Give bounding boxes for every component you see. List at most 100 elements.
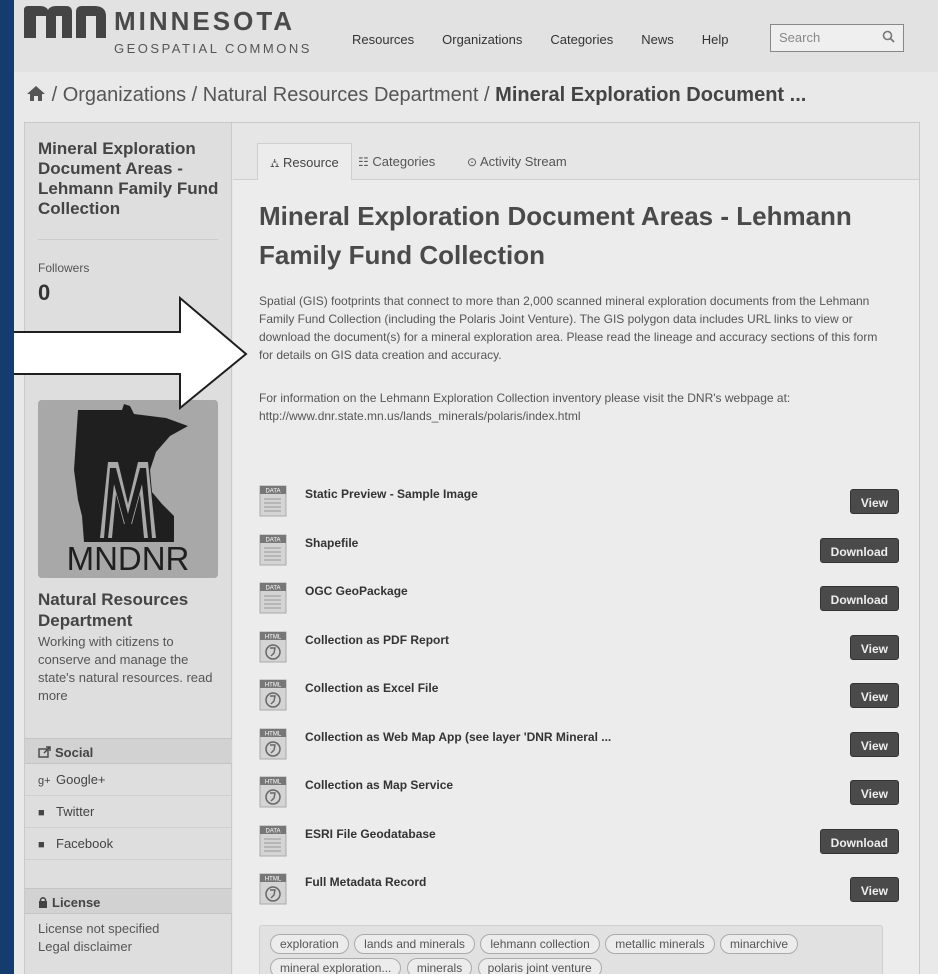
home-icon[interactable] (26, 85, 46, 102)
resource-title[interactable]: Full Metadata Record (305, 875, 426, 889)
svg-text:DATA: DATA (265, 828, 280, 834)
html-globe-icon: HTML (259, 679, 287, 711)
resource-title[interactable]: Static Preview - Sample Image (305, 487, 478, 501)
social-twitter[interactable]: ■ Twitter (25, 796, 232, 828)
svg-text:HTML: HTML (265, 731, 282, 737)
view-button[interactable]: View (849, 780, 899, 805)
license-text: License not specified (38, 921, 160, 936)
followers-label: Followers (38, 261, 90, 275)
svg-text:HTML: HTML (265, 877, 282, 883)
tab-label: Resource (283, 155, 339, 170)
tag[interactable]: mineral exploration... (270, 958, 402, 974)
clock-icon: ⊙ (467, 155, 478, 169)
dataset-description: Spatial (GIS) footprints that connect to… (259, 294, 878, 362)
download-button[interactable]: Download (819, 586, 899, 611)
nav-news[interactable]: News (641, 32, 674, 47)
social-facebook[interactable]: ■ Facebook (25, 828, 232, 860)
resource-title[interactable]: ESRI File Geodatabase (305, 827, 436, 841)
tag[interactable]: minerals (406, 958, 473, 974)
data-file-icon: DATA (259, 485, 287, 517)
sidebar-dataset-title: Mineral Exploration Document Areas - Leh… (38, 139, 219, 218)
resource-item[interactable]: DATA ESRI File Geodatabase Download (259, 823, 899, 872)
breadcrumb-separator: / (51, 84, 58, 106)
tag[interactable]: metallic minerals (605, 934, 715, 954)
lock-icon (39, 897, 47, 908)
tag[interactable]: minarchive (720, 934, 799, 954)
page: MINNESOTA GEOSPATIAL COMMONS Resources O… (14, 0, 938, 974)
pointer-arrow-icon (14, 296, 248, 410)
google-plus-icon: g+ (38, 775, 51, 787)
data-file-icon: DATA (259, 534, 287, 565)
logo-subtitle[interactable]: GEOSPATIAL COMMONS (114, 41, 312, 56)
nav-help[interactable]: Help (702, 32, 729, 47)
resource-item[interactable]: HTML Collection as Web Map App (see laye… (259, 726, 899, 775)
nav-categories[interactable]: Categories (550, 32, 613, 47)
tab-categories[interactable]: ☷ Categories (346, 143, 447, 180)
download-button[interactable]: Download (819, 537, 899, 563)
resource-title[interactable]: Shapefile (305, 536, 358, 550)
resource-item[interactable]: DATA Static Preview - Sample Image View (259, 483, 899, 532)
breadcrumb-natural-resources[interactable]: Natural Resources Department (203, 84, 479, 106)
resource-item[interactable]: HTML Collection as Excel File View (259, 677, 899, 726)
resource-item[interactable]: HTML Full Metadata Record View (259, 871, 899, 920)
nav-organizations[interactable]: Organizations (442, 32, 522, 47)
resource-title[interactable]: Collection as Map Service (305, 778, 453, 792)
view-button[interactable]: View (849, 877, 899, 902)
breadcrumb-current[interactable]: Mineral Exploration Document ... (495, 84, 806, 106)
download-button[interactable]: Download (819, 828, 899, 854)
tab-label: Activity Stream (479, 154, 567, 169)
tab-resource[interactable]: ⛼ Resource (257, 143, 352, 181)
social-header: Social (25, 738, 232, 764)
divider (38, 239, 218, 240)
breadcrumb-separator: / (191, 84, 198, 106)
view-button[interactable]: View (849, 489, 899, 514)
mn-logo-icon[interactable] (22, 4, 108, 40)
twitter-icon: ■ (38, 807, 45, 819)
breadcrumb-organizations[interactable]: Organizations (63, 84, 186, 106)
search-input[interactable]: Search (770, 24, 904, 52)
main-content: ⛼ Resource ☷ Categories ⊙ Activity Strea… (233, 123, 919, 974)
org-logo-text: MNDNR (67, 540, 190, 577)
sidebar: Mineral Exploration Document Areas - Leh… (25, 123, 232, 974)
resource-title[interactable]: OGC GeoPackage (305, 584, 408, 598)
resource-item[interactable]: HTML Collection as Map Service View (259, 774, 899, 823)
tab-bar: ⛼ Resource ☷ Categories ⊙ Activity Strea… (233, 143, 919, 181)
main-nav: Resources Organizations Categories News … (352, 32, 757, 47)
nav-resources[interactable]: Resources (352, 32, 414, 47)
resource-title[interactable]: Collection as PDF Report (305, 633, 449, 647)
html-globe-icon: HTML (259, 631, 287, 662)
resource-title[interactable]: Collection as Web Map App (see layer 'DN… (305, 730, 611, 744)
dataset-description-link[interactable]: For information on the Lehmann Explorati… (259, 389, 889, 425)
logo-title[interactable]: MINNESOTA (114, 6, 295, 37)
view-button[interactable]: View (849, 731, 899, 757)
resource-item[interactable]: DATA OGC GeoPackage Download (259, 580, 899, 629)
social-label: Facebook (56, 836, 114, 851)
svg-text:HTML: HTML (265, 634, 282, 640)
svg-text:HTML: HTML (265, 683, 282, 689)
tag[interactable]: polaris joint venture (477, 958, 602, 974)
org-description: Working with citizens to conserve and ma… (38, 634, 213, 703)
data-file-icon: DATA (259, 825, 287, 856)
legal-disclaimer-link[interactable]: Legal disclaimer (38, 938, 219, 956)
license-section: License License not specified Legal disc… (25, 888, 232, 962)
view-button[interactable]: View (849, 634, 899, 660)
social-label: Google+ (56, 772, 106, 787)
tag[interactable]: exploration (270, 934, 349, 954)
social-google-plus[interactable]: g+ Google+ (25, 764, 232, 796)
social-section: Social g+ Google+ ■ Twitter ■ Facebook (25, 738, 232, 860)
breadcrumb: / Organizations / Natural Resources Depa… (26, 84, 806, 107)
view-button[interactable]: View (849, 683, 899, 708)
tag[interactable]: lands and minerals (354, 934, 475, 954)
tab-activity-stream[interactable]: ⊙ Activity Stream (455, 143, 579, 180)
resource-title[interactable]: Collection as Excel File (305, 681, 438, 695)
license-header-label: License (52, 895, 101, 910)
tag[interactable]: lehmann collection (480, 934, 600, 954)
resource-item[interactable]: DATA Shapefile Download (259, 532, 899, 581)
users-icon: ☷ (358, 155, 369, 169)
org-logo[interactable]: MNDNR (38, 400, 218, 578)
org-name[interactable]: Natural Resources Department (38, 589, 228, 631)
resource-item[interactable]: HTML Collection as PDF Report View (259, 629, 899, 678)
search-icon[interactable] (882, 30, 895, 43)
content-panel: Mineral Exploration Document Areas - Leh… (24, 122, 920, 974)
social-header-label: Social (55, 745, 94, 760)
